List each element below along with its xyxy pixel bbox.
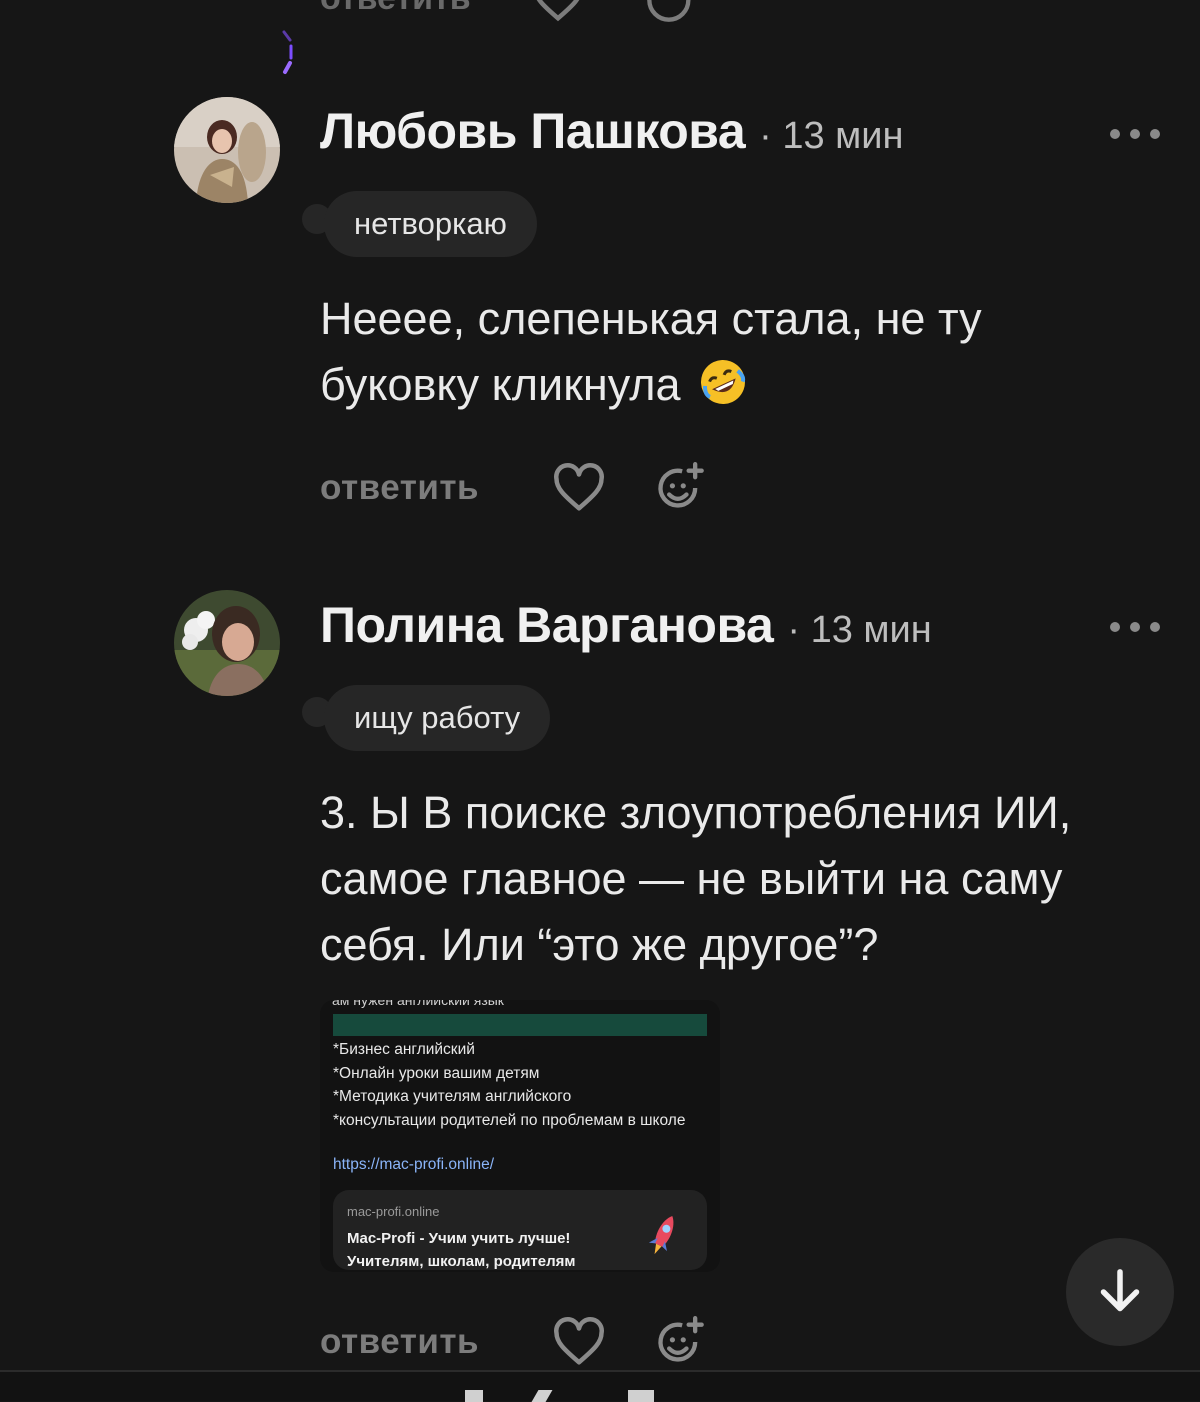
preview-subtitle: Учителям, школам, родителям <box>347 1253 576 1270</box>
reply-button[interactable]: ответить <box>320 0 471 18</box>
preview-host: mac-profi.online <box>347 1204 440 1219</box>
previous-comment-actions: ответить <box>320 0 740 22</box>
status-badge: нетворкаю <box>324 191 537 257</box>
scroll-to-bottom-button[interactable] <box>1066 1238 1174 1346</box>
comment-text-body: Неeee, слепенькая стала, не ту буковку к… <box>320 293 982 410</box>
arrow-down-icon <box>1100 1269 1140 1312</box>
link-preview-card: mac-profi.online Mac-Profi - Учим учить … <box>333 1190 707 1270</box>
bottom-input-bar[interactable] <box>0 1372 1200 1402</box>
add-reaction-icon[interactable] <box>654 462 706 514</box>
author-name[interactable]: Полина Варганова <box>320 596 774 654</box>
more-dots-icon <box>1110 129 1120 139</box>
attachment-line: *Методика учителям английского <box>333 1088 572 1105</box>
rolling-on-floor-laughing-emoji <box>701 360 746 404</box>
heart-icon[interactable] <box>531 0 585 23</box>
avatar[interactable] <box>174 97 280 203</box>
author-name[interactable]: Любовь Пашкова <box>320 102 746 160</box>
reply-button[interactable]: ответить <box>320 1322 552 1362</box>
more-dots-icon <box>1110 622 1120 632</box>
heart-icon[interactable] <box>552 463 606 513</box>
rocket-icon <box>648 1216 674 1255</box>
attachment-line: *консультации родителей по проблемам в ш… <box>333 1111 686 1129</box>
comment-time: · 13 мин <box>759 115 904 157</box>
attachment-line: *Бизнес английский <box>333 1041 475 1058</box>
comment-actions: ответить <box>320 458 706 518</box>
reply-button[interactable]: ответить <box>320 468 552 508</box>
add-reaction-icon[interactable] <box>645 0 697 24</box>
comment-time: · 13 мин <box>787 609 932 651</box>
status-badge: ищу работу <box>324 685 551 751</box>
preview-title: Mac-Profi - Учим учить лучше! <box>347 1230 571 1247</box>
avatar[interactable] <box>174 590 280 696</box>
attachment-banner <box>333 1014 707 1036</box>
attachment-text: *Бизнес английский *Онлайн уроки вашим д… <box>333 1038 713 1132</box>
attached-image[interactable]: ам нужен английский язык *Бизнес английс… <box>320 1000 720 1272</box>
comment-header: Любовь Пашкова · 13 мин <box>320 102 904 160</box>
attachment-link: https://mac-profi.online/ <box>333 1156 495 1173</box>
story-ring-icon <box>282 30 293 74</box>
attachment-heading: ам нужен английский язык <box>332 1000 504 1008</box>
attachment-line: *Онлайн уроки вашим детям <box>333 1064 540 1082</box>
add-reaction-icon[interactable] <box>654 1316 706 1368</box>
comment-actions: ответить <box>320 1312 706 1372</box>
more-options-button[interactable] <box>1110 124 1160 144</box>
comment-text: Неeee, слепенькая стала, не ту буковку к… <box>320 286 1140 418</box>
comment-text: 3. Ы В поиске злоупотребления ИИ, самое … <box>320 787 1072 970</box>
comment-header: Полина Варганова · 13 мин <box>320 596 932 654</box>
more-options-button[interactable] <box>1110 617 1160 637</box>
heart-icon[interactable] <box>552 1317 606 1367</box>
